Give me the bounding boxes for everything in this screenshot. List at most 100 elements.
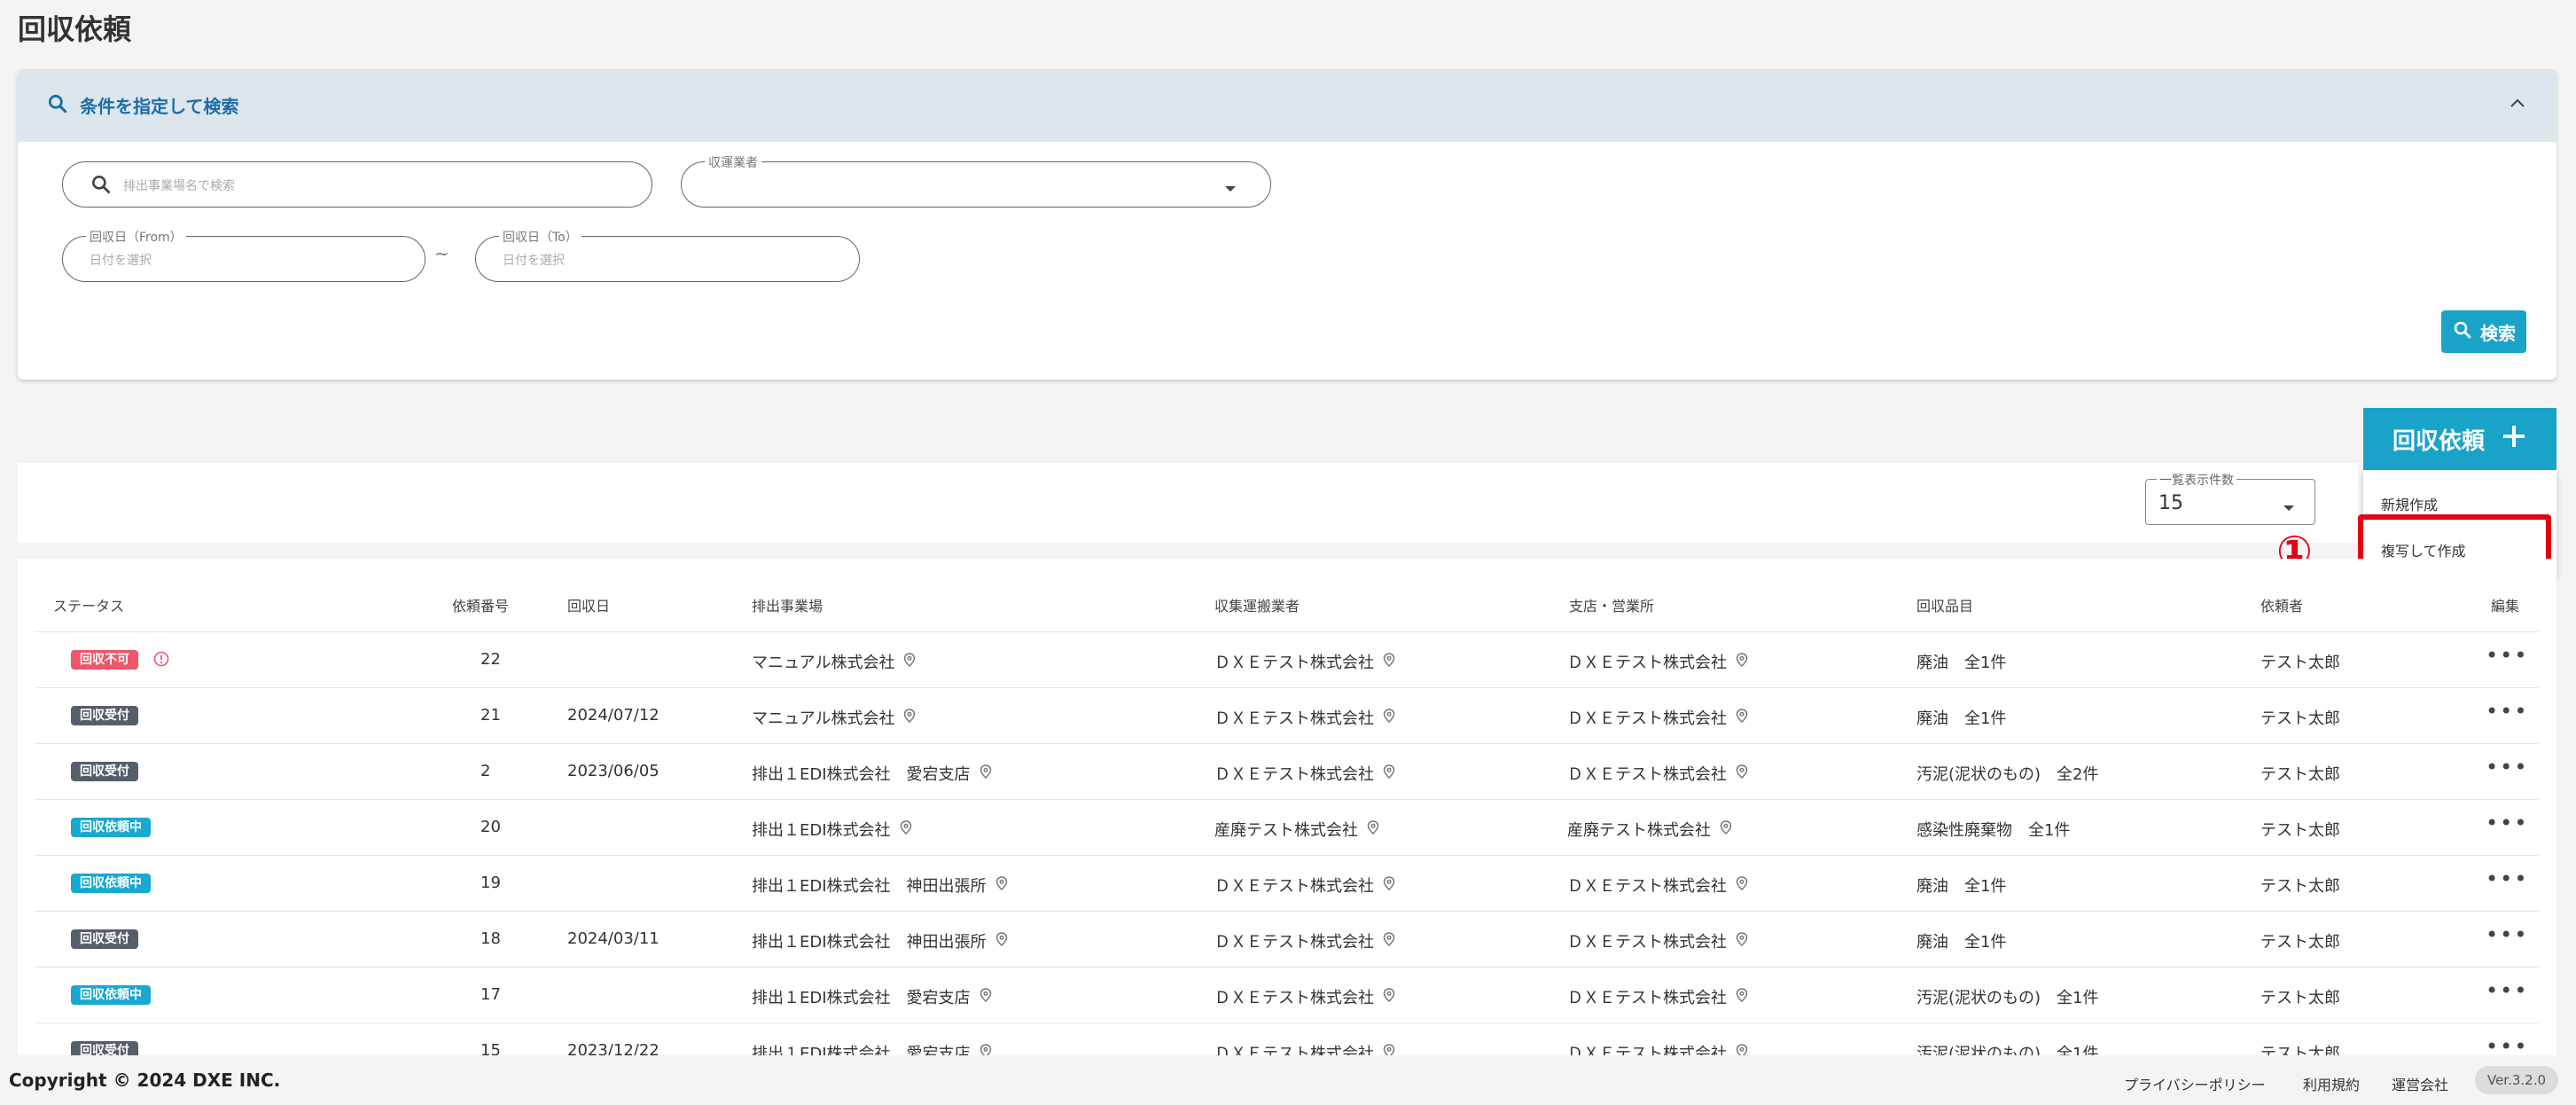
- location-pin-icon[interactable]: [1736, 987, 1748, 1007]
- more-options-icon[interactable]: •••: [2486, 755, 2528, 780]
- collection-item: 廃油 全1件: [1916, 933, 2007, 952]
- search-icon: [46, 92, 69, 119]
- status-badge: 回収受付: [71, 762, 138, 781]
- more-options-icon[interactable]: •••: [2486, 811, 2528, 835]
- request-number: 18: [480, 929, 501, 948]
- branch-name: ＤＸＥテスト株式会社: [1567, 765, 1727, 784]
- site-cell: 排出１EDI株式会社 愛宕支店: [752, 985, 992, 1008]
- perpage-select[interactable]: 一覧表示件数 15: [2145, 471, 2315, 525]
- chevron-up-icon[interactable]: [2509, 96, 2526, 113]
- more-options-icon[interactable]: •••: [2486, 922, 2528, 947]
- location-pin-icon[interactable]: [980, 764, 992, 783]
- location-pin-icon[interactable]: [995, 931, 1008, 951]
- location-pin-icon[interactable]: [1383, 931, 1395, 951]
- footer-link-privacy[interactable]: プライバシーポリシー: [2124, 1073, 2266, 1094]
- carrier-legend: 収運業者: [705, 153, 761, 171]
- carrier-cell: 産廃テスト株式会社: [1214, 818, 1379, 841]
- site-cell: 排出１EDI株式会社: [752, 818, 912, 841]
- location-pin-icon[interactable]: [1383, 708, 1395, 727]
- search-panel-header[interactable]: 条件を指定して検索: [18, 69, 2556, 142]
- location-pin-icon[interactable]: [1383, 875, 1395, 895]
- collection-item: 汚泥(泥状のもの) 全1件: [1916, 989, 2099, 1007]
- footer-link-terms[interactable]: 利用規約: [2303, 1073, 2360, 1094]
- table-row[interactable]: 回収依頼中 20 排出１EDI株式会社 産廃テスト株式会社 産廃テスト株式会社 感染性廃棄…: [35, 799, 2539, 855]
- table-row[interactable]: 回収不可 22 マニュアル株式会社 ＤＸＥテスト株式会社 ＤＸＥテスト株式会社 廃油 全1…: [35, 631, 2539, 687]
- location-pin-icon[interactable]: [903, 708, 916, 727]
- more-options-icon[interactable]: •••: [2486, 643, 2528, 668]
- request-number: 2: [480, 762, 491, 780]
- carrier-name: ＤＸＥテスト株式会社: [1214, 877, 1374, 896]
- col-number: 依頼番号: [452, 598, 510, 615]
- site-cell: 排出１EDI株式会社 神田出張所: [752, 874, 1008, 897]
- location-pin-icon[interactable]: [1367, 819, 1379, 839]
- site-name: マニュアル株式会社: [752, 709, 895, 728]
- footer-link-company[interactable]: 運営会社: [2392, 1073, 2448, 1094]
- requester-name: テスト太郎: [2260, 877, 2340, 896]
- site-name: 排出１EDI株式会社 神田出張所: [752, 933, 987, 952]
- site-name: マニュアル株式会社: [752, 654, 895, 672]
- location-pin-icon[interactable]: [1720, 819, 1732, 839]
- table-row[interactable]: 回収依頼中 19 排出１EDI株式会社 神田出張所 ＤＸＥテスト株式会社 ＤＸＥテスト株…: [35, 855, 2539, 911]
- location-pin-icon[interactable]: [900, 819, 912, 839]
- warning-icon[interactable]: [152, 650, 170, 671]
- search-panel-label: 条件を指定して検索: [80, 96, 239, 117]
- branch-cell: 産廃テスト株式会社: [1567, 818, 1732, 841]
- col-requester: 依頼者: [2260, 598, 2304, 615]
- location-pin-icon[interactable]: [1736, 708, 1748, 727]
- collection-item: 感染性廃棄物 全1件: [1916, 821, 2071, 840]
- location-pin-icon[interactable]: [1736, 931, 1748, 951]
- list-toolbar: [18, 463, 2358, 543]
- site-cell: マニュアル株式会社: [752, 650, 916, 673]
- site-cell: 排出１EDI株式会社 神田出張所: [752, 929, 1008, 952]
- col-edit: 編集: [2491, 598, 2520, 615]
- search-button-label: 検索: [2480, 322, 2516, 344]
- location-pin-icon[interactable]: [980, 987, 992, 1007]
- collection-date: 2024/03/11: [567, 929, 660, 948]
- location-pin-icon[interactable]: [1383, 652, 1395, 671]
- location-pin-icon[interactable]: [1383, 764, 1395, 783]
- copyright: Copyright © 2024 DXE INC.: [9, 1070, 281, 1091]
- location-pin-icon[interactable]: [1736, 875, 1748, 895]
- status-badge: 回収依頼中: [71, 818, 151, 837]
- request-number: 17: [480, 985, 501, 1004]
- date-from-placeholder: 日付を選択: [90, 254, 152, 268]
- carrier-cell: ＤＸＥテスト株式会社: [1214, 929, 1395, 952]
- carrier-name: ＤＸＥテスト株式会社: [1214, 765, 1374, 784]
- request-number: 19: [480, 874, 501, 892]
- site-search-input[interactable]: 排出事業場名で検索: [62, 161, 652, 208]
- date-from-input[interactable]: 回収日（From） 日付を選択: [62, 228, 425, 282]
- more-options-icon[interactable]: •••: [2486, 866, 2528, 891]
- search-button[interactable]: 検索: [2441, 310, 2526, 353]
- table-row[interactable]: 回収依頼中 17 排出１EDI株式会社 愛宕支店 ＤＸＥテスト株式会社 ＤＸＥテスト株式…: [35, 967, 2539, 1023]
- carrier-name: ＤＸＥテスト株式会社: [1214, 933, 1374, 952]
- location-pin-icon[interactable]: [1383, 987, 1395, 1007]
- carrier-select[interactable]: 収運業者: [681, 153, 1271, 208]
- location-pin-icon[interactable]: [903, 652, 916, 671]
- search-panel: 条件を指定して検索 排出事業場名で検索 収運業者 回収日（From） 日付を選択…: [18, 69, 2556, 380]
- col-site: 排出事業場: [752, 598, 824, 615]
- table-row[interactable]: 回収受付 2 2023/06/05 排出１EDI株式会社 愛宕支店 ＤＸＥテスト株式会社…: [35, 743, 2539, 799]
- table-row[interactable]: 回収受付 18 2024/03/11 排出１EDI株式会社 神田出張所 ＤＸＥテスト株式…: [35, 911, 2539, 967]
- branch-name: ＤＸＥテスト株式会社: [1567, 933, 1727, 952]
- requester-name: テスト太郎: [2260, 709, 2340, 728]
- status-badge: 回収依頼中: [71, 985, 151, 1005]
- create-request-label: 回収依頼: [2392, 427, 2485, 455]
- branch-cell: ＤＸＥテスト株式会社: [1567, 650, 1748, 673]
- more-options-icon[interactable]: •••: [2486, 978, 2528, 1003]
- table-row[interactable]: 回収受付 21 2024/07/12 マニュアル株式会社 ＤＸＥテスト株式会社 ＤＸＥテス…: [35, 687, 2539, 743]
- create-request-button[interactable]: 回収依頼: [2363, 408, 2556, 470]
- collection-item: 廃油 全1件: [1916, 877, 2007, 896]
- branch-cell: ＤＸＥテスト株式会社: [1567, 706, 1748, 729]
- location-pin-icon[interactable]: [1736, 652, 1748, 671]
- site-name: 排出１EDI株式会社 愛宕支店: [752, 989, 971, 1007]
- carrier-name: ＤＸＥテスト株式会社: [1214, 654, 1374, 672]
- location-pin-icon[interactable]: [995, 875, 1008, 895]
- date-to-input[interactable]: 回収日（To） 日付を選択: [475, 228, 860, 282]
- more-options-icon[interactable]: •••: [2486, 699, 2528, 724]
- plus-icon: [2501, 423, 2527, 456]
- location-pin-icon[interactable]: [1736, 764, 1748, 783]
- menu-item-new[interactable]: 新規作成: [2381, 493, 2438, 514]
- status-badge: 回収依頼中: [71, 874, 151, 893]
- branch-name: ＤＸＥテスト株式会社: [1567, 654, 1727, 672]
- carrier-cell: ＤＸＥテスト株式会社: [1214, 762, 1395, 785]
